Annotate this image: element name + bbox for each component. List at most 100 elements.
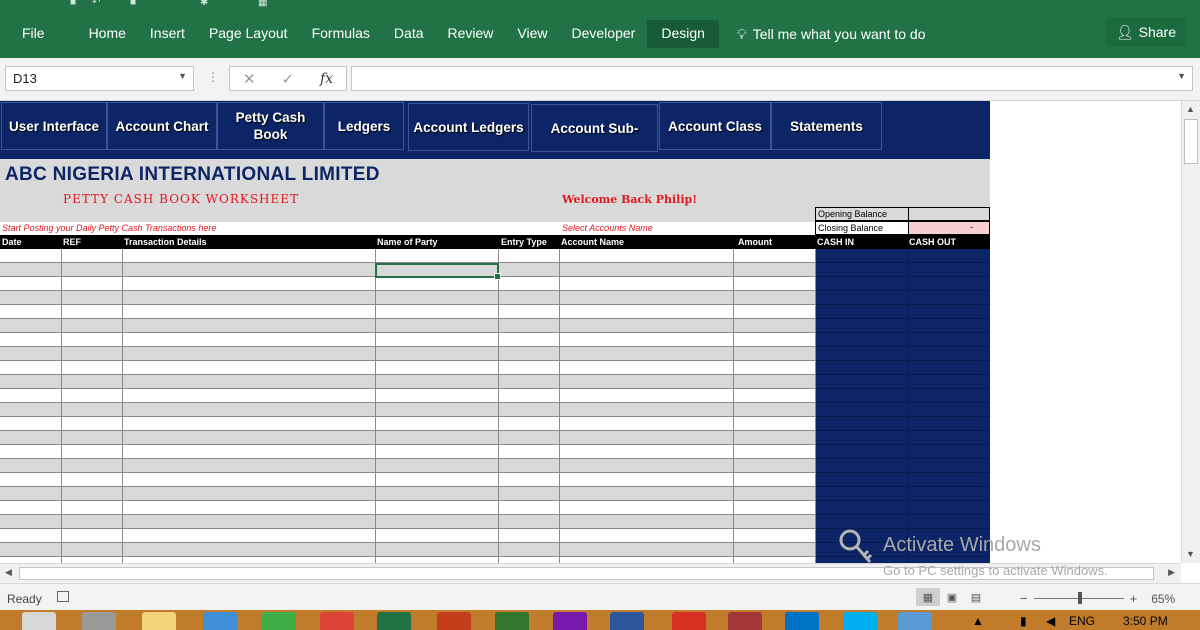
column-divider — [559, 249, 560, 563]
chrome-icon[interactable] — [320, 612, 354, 630]
cash-row[interactable] — [815, 305, 990, 319]
cash-row[interactable] — [815, 473, 990, 487]
scroll-thumb[interactable] — [1184, 119, 1198, 164]
cash-row[interactable] — [815, 389, 990, 403]
cash-row[interactable] — [815, 347, 990, 361]
cash-row[interactable] — [815, 403, 990, 417]
qat-icon[interactable]: ■ — [130, 0, 136, 8]
formula-input[interactable]: ▼ — [351, 66, 1193, 91]
project-icon[interactable] — [495, 612, 529, 630]
nav-button-petty-cash-book[interactable]: Petty Cash Book — [217, 102, 324, 150]
status-bar: Ready ▦ ▣ ▤ − + 65% — [0, 583, 1200, 610]
share-button[interactable]: 👤︎ Share — [1105, 17, 1186, 47]
cash-row[interactable] — [815, 291, 990, 305]
cash-row[interactable] — [815, 487, 990, 501]
nav-button-account-ledgers[interactable]: Account Ledgers — [408, 103, 529, 151]
cash-row[interactable] — [815, 263, 990, 277]
network-icon[interactable]: ▮ — [1020, 614, 1027, 628]
empty-sheet-area[interactable] — [990, 101, 1181, 563]
opening-balance-value[interactable] — [908, 208, 989, 220]
scroll-right-icon[interactable]: ▶ — [1168, 567, 1175, 578]
cash-row[interactable] — [815, 277, 990, 291]
powerpoint-icon[interactable] — [437, 612, 471, 630]
cash-row[interactable] — [815, 249, 990, 263]
nav-button-account-sub[interactable]: Account Sub- — [531, 104, 658, 152]
zoom-slider[interactable] — [1033, 592, 1124, 604]
cash-row[interactable] — [815, 319, 990, 333]
tell-me-box[interactable]: 💡︎ Tell me what you want to do — [737, 26, 926, 43]
expand-formula-icon[interactable]: ▼ — [1177, 71, 1186, 81]
cash-row[interactable] — [815, 361, 990, 375]
cash-row[interactable] — [815, 515, 990, 529]
volume-icon[interactable]: ◀ — [1046, 614, 1055, 628]
name-box[interactable]: D13 ▼ — [5, 66, 194, 91]
cash-row[interactable] — [815, 501, 990, 515]
tab-data[interactable]: Data — [382, 20, 436, 48]
tab-home[interactable]: Home — [77, 20, 138, 48]
drive-icon[interactable] — [82, 612, 116, 630]
internet-explorer-icon[interactable] — [203, 612, 237, 630]
zoom-in-icon[interactable]: + — [1130, 591, 1138, 606]
file-explorer-icon[interactable] — [142, 612, 176, 630]
nav-button-account-chart[interactable]: Account Chart — [107, 102, 217, 150]
excel-icon[interactable] — [377, 612, 411, 630]
skype-icon[interactable] — [843, 612, 877, 630]
nav-button-account-class[interactable]: Account Class — [659, 102, 771, 150]
zoom-level[interactable]: 65% — [1151, 592, 1175, 606]
tab-insert[interactable]: Insert — [138, 20, 197, 48]
tab-file[interactable]: File — [0, 20, 77, 48]
cash-row[interactable] — [815, 445, 990, 459]
tell-me-text: Tell me what you want to do — [752, 26, 926, 42]
cash-row[interactable] — [815, 417, 990, 431]
access-icon[interactable] — [728, 612, 762, 630]
scroll-up-icon[interactable]: ▲ — [1186, 104, 1195, 114]
person-add-icon: 👤︎ — [1115, 23, 1134, 40]
qat-icon[interactable]: ✱ — [200, 0, 208, 8]
tab-review[interactable]: Review — [436, 20, 506, 48]
page-break-view-icon[interactable]: ▤ — [964, 588, 988, 606]
tab-formulas[interactable]: Formulas — [300, 20, 382, 48]
tab-developer[interactable]: Developer — [560, 20, 648, 48]
tab-view[interactable]: View — [505, 20, 559, 48]
language-indicator[interactable]: ENG — [1069, 614, 1095, 628]
undo-icon[interactable]: ↶ — [92, 0, 100, 8]
col-name-of-party: Name of Party — [377, 237, 438, 247]
nav-button-statements[interactable]: Statements — [771, 102, 882, 150]
resize-handle-icon[interactable]: ⋮ — [207, 70, 219, 84]
nav-button-ledgers[interactable]: Ledgers — [324, 102, 404, 150]
tab-page-layout[interactable]: Page Layout — [197, 20, 300, 48]
scroll-down-icon[interactable]: ▼ — [1186, 549, 1195, 559]
col-date: Date — [2, 237, 22, 247]
clock[interactable]: 3:50 PM — [1123, 614, 1168, 628]
chevron-down-icon[interactable]: ▼ — [178, 71, 187, 81]
enter-icon[interactable]: ✓ — [281, 70, 294, 88]
word-icon[interactable] — [610, 612, 644, 630]
tab-design[interactable]: Design — [647, 20, 719, 48]
acrobat-icon[interactable] — [672, 612, 706, 630]
vertical-scrollbar[interactable]: ▲ ▼ — [1181, 101, 1200, 563]
save-icon[interactable]: ■ — [70, 0, 76, 8]
selected-cell[interactable] — [375, 263, 501, 280]
cash-row[interactable] — [815, 375, 990, 389]
cash-row[interactable] — [815, 333, 990, 347]
page-layout-view-icon[interactable]: ▣ — [940, 588, 964, 606]
zoom-out-icon[interactable]: − — [1020, 591, 1028, 606]
onenote-icon[interactable] — [553, 612, 587, 630]
data-grid[interactable] — [0, 249, 990, 563]
zoom-knob[interactable] — [1077, 592, 1082, 604]
logo-icon[interactable] — [22, 612, 56, 630]
cash-row[interactable] — [815, 459, 990, 473]
scroll-left-icon[interactable]: ◀ — [5, 567, 12, 578]
app-icon[interactable] — [262, 612, 296, 630]
app-icon[interactable] — [898, 612, 932, 630]
qat-icon[interactable]: ▦ — [258, 0, 267, 8]
outlook-icon[interactable] — [785, 612, 819, 630]
nav-button-user-interface[interactable]: User Interface — [1, 102, 107, 150]
tray-arrow-icon[interactable]: ▲ — [972, 614, 984, 628]
closing-balance-value[interactable]: - — [908, 222, 989, 234]
macro-record-icon[interactable] — [57, 591, 69, 602]
insert-function-icon[interactable]: fx — [320, 71, 333, 87]
cash-row[interactable] — [815, 431, 990, 445]
normal-view-icon[interactable]: ▦ — [916, 588, 940, 606]
cancel-icon[interactable]: ✕ — [243, 70, 256, 88]
